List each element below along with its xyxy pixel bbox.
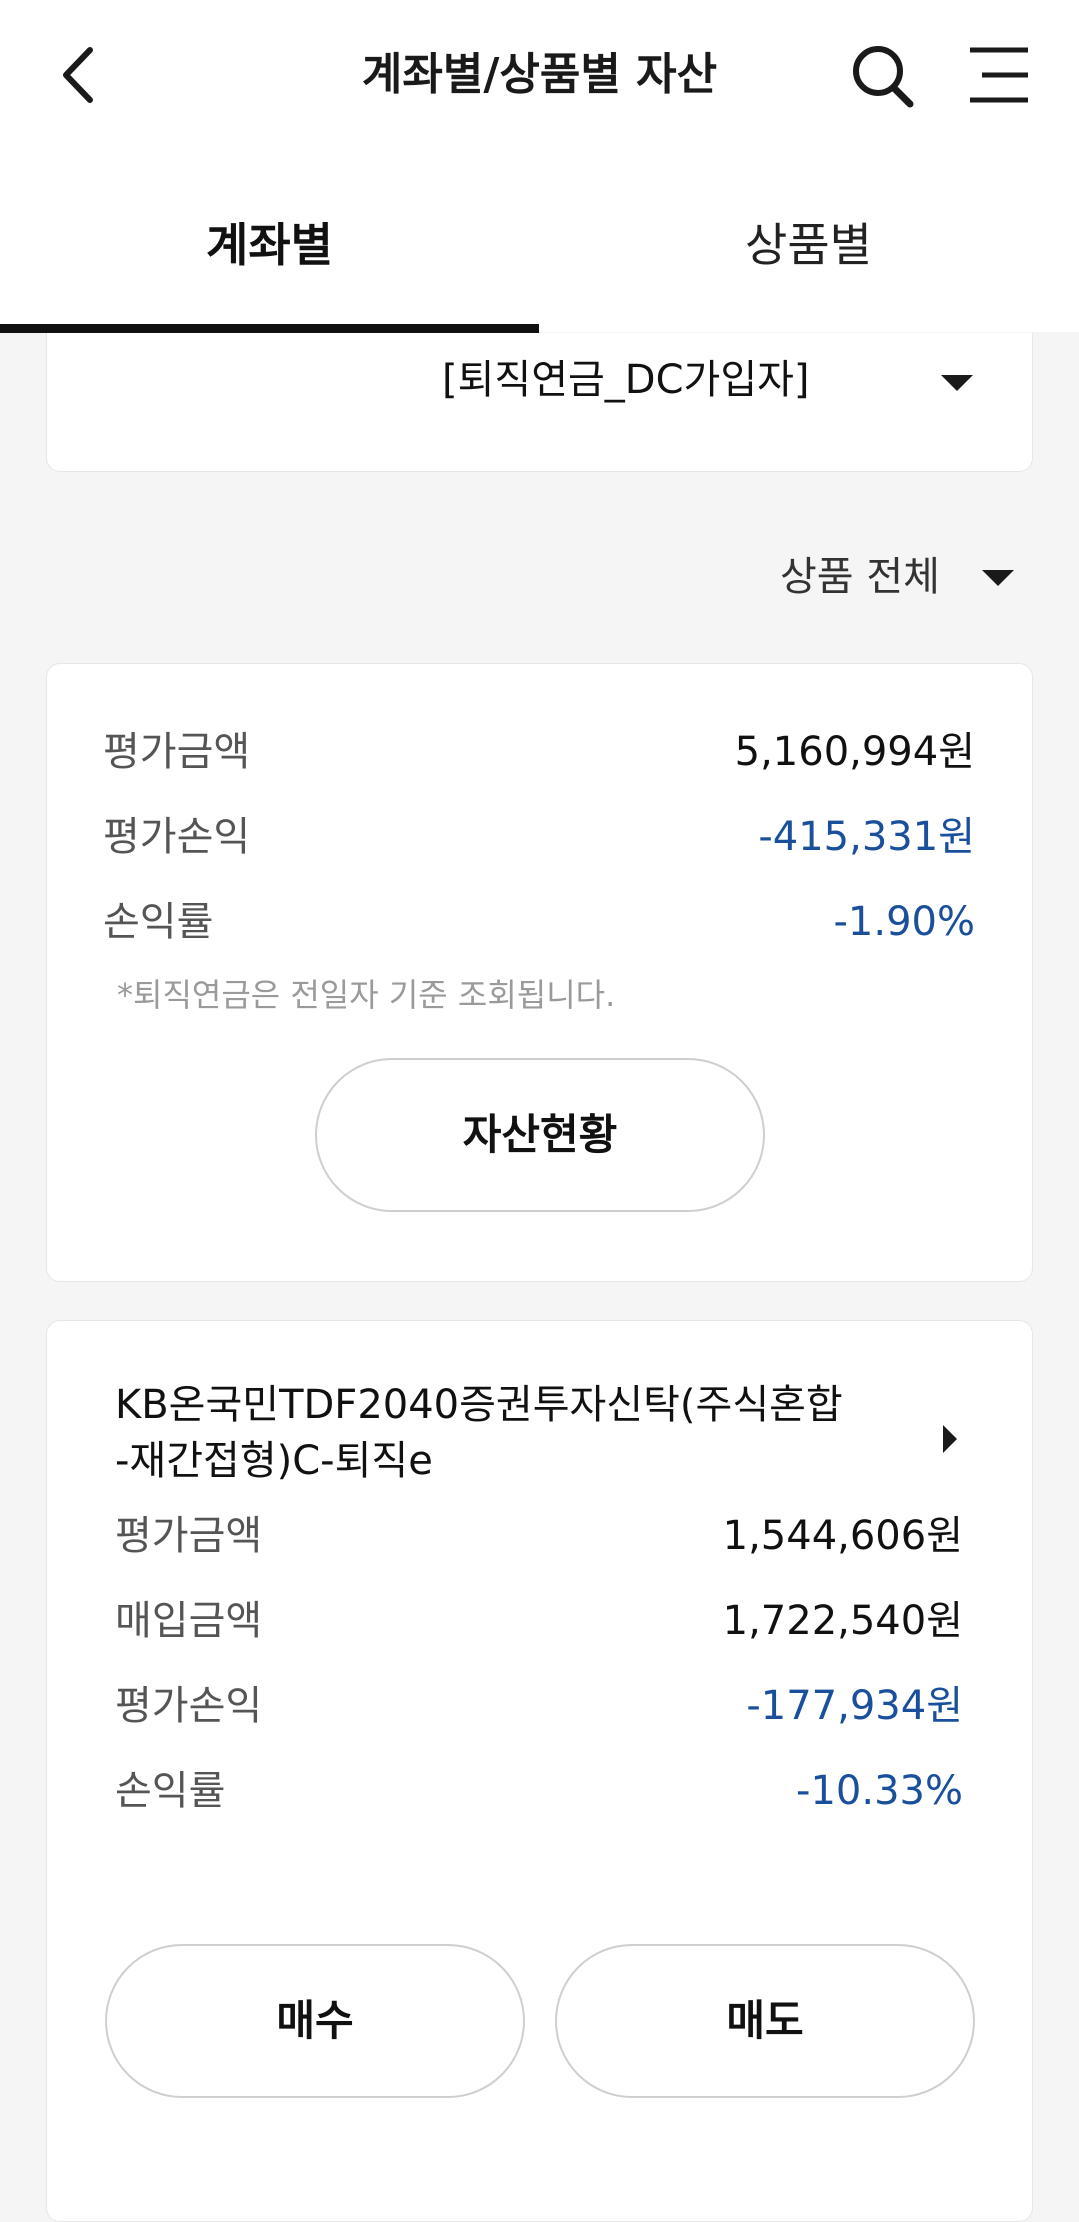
product-value-profit: -177,934원 [746,1683,963,1729]
product-name-line1: KB온국민TDF2040증권투자신탁(주식혼합 [115,1382,843,1428]
product-label-profit: 평가손익 [115,1683,263,1729]
search-icon[interactable] [850,40,916,110]
product-filter-dropdown[interactable]: 상품 전체 [780,550,940,604]
product-name-line2: -재간접형)C-퇴직e [115,1438,433,1484]
product-value-purchase: 1,722,540원 [722,1598,963,1644]
caret-right-icon[interactable] [943,1425,957,1453]
product-name[interactable]: KB온국민TDF2040증권투자신탁(주식혼합 -재간접형)C-퇴직e [115,1377,935,1489]
summary-label-valuation: 평가금액 [103,729,251,775]
account-name: [퇴직연금_DC가입자] [442,357,810,403]
summary-value-profit: -415,331원 [758,814,975,860]
product-label-valuation: 평가금액 [115,1513,263,1559]
summary-label-profit: 평가손익 [103,814,251,860]
tab-by-product[interactable]: 상품별 [539,150,1078,332]
summary-label-return-rate: 손익률 [103,899,214,945]
product-label-purchase: 매입금액 [115,1598,263,1644]
app-header: 계좌별/상품별 자산 [0,0,1079,150]
buy-button[interactable]: 매수 [105,1944,525,2098]
product-value-return-rate: -10.33% [796,1768,963,1814]
asset-status-button[interactable]: 자산현황 [315,1058,765,1212]
page-title: 계좌별/상품별 자산 [361,49,718,100]
account-selector[interactable]: [퇴직연금_DC가입자] [46,333,1033,472]
caret-down-icon[interactable] [982,570,1014,586]
product-label-return-rate: 손익률 [115,1768,226,1814]
caret-down-icon [941,375,973,391]
tab-bar: 계좌별 상품별 [0,150,1079,332]
retirement-pension-note: *퇴직연금은 전일자 기준 조회됩니다. [117,976,616,1014]
hamburger-menu-icon[interactable] [966,44,1032,106]
active-tab-indicator [0,324,539,333]
product-value-valuation: 1,544,606원 [722,1513,963,1559]
summary-value-valuation: 5,160,994원 [734,729,975,775]
tab-by-account[interactable]: 계좌별 [0,150,539,332]
sell-button[interactable]: 매도 [555,1944,975,2098]
product-card: KB온국민TDF2040증권투자신탁(주식혼합 -재간접형)C-퇴직e 평가금액… [46,1320,1033,2222]
summary-value-return-rate: -1.90% [833,899,975,945]
account-summary-card: 평가금액 5,160,994원 평가손익 -415,331원 손익률 -1.90… [46,663,1033,1282]
